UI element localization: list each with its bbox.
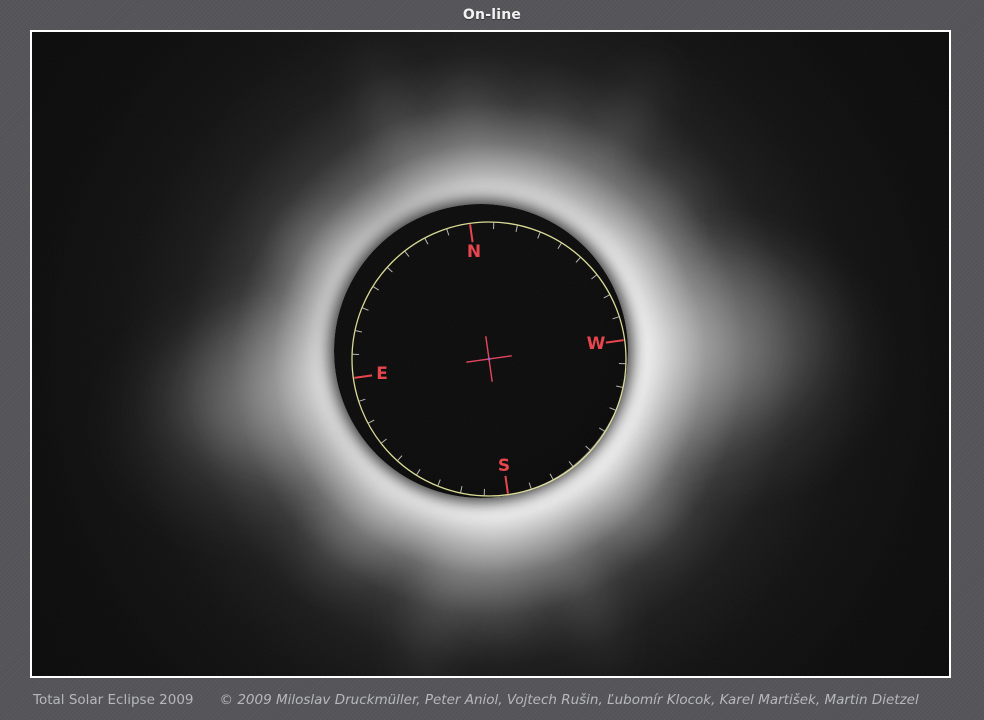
tick-mark (368, 420, 374, 423)
cross-center-dot (488, 358, 491, 361)
corona-streamer (404, 351, 584, 657)
application-window: On-line N W E S Total Solar Eclipse 2009 © … (0, 0, 984, 720)
corona-streamer (230, 163, 519, 411)
corona-streamer (428, 113, 751, 425)
tick-mark (604, 295, 610, 298)
tick-mark (461, 486, 462, 492)
corona-streamer (70, 255, 421, 576)
corona-streamers (32, 32, 949, 676)
tick-mark (447, 229, 449, 235)
corona-streamer (137, 245, 544, 516)
tick-mark (355, 331, 361, 332)
tick-mark (388, 268, 393, 272)
corona-streamer (579, 209, 899, 509)
corona-streamer (500, 30, 708, 295)
compass-overlay: N W E S (32, 32, 949, 676)
cross-line (466, 356, 512, 362)
tick-mark (558, 243, 561, 249)
cross-line (486, 336, 492, 382)
cardinal-tick (505, 476, 508, 494)
tick-mark (576, 258, 580, 263)
tick-mark (613, 317, 619, 319)
compass-label-s: S (498, 456, 510, 476)
limb-circle (352, 222, 626, 496)
tick-mark (616, 386, 622, 387)
center-cross (466, 336, 512, 382)
corona-streamer (418, 203, 858, 489)
tick-mark (550, 474, 553, 480)
tick-mark (591, 275, 596, 279)
tick-mark (538, 232, 540, 238)
tick-mark (516, 225, 517, 231)
corona-streamer (436, 306, 733, 603)
corona-streamer (321, 30, 485, 272)
title-bar: On-line (0, 0, 984, 30)
corona-streamer (431, 63, 622, 374)
film-grain (32, 32, 949, 676)
tick-mark (610, 408, 616, 410)
corona-glow (30, 30, 951, 678)
tick-mark (569, 461, 573, 466)
tick-mark (417, 469, 420, 475)
moon-disk (334, 204, 628, 498)
compass-ticks (353, 223, 626, 496)
tick-mark (529, 483, 531, 489)
tick-mark (362, 308, 368, 310)
tick-mark (438, 480, 440, 486)
compass-cardinals: N W E S (354, 224, 623, 493)
tick-mark (599, 428, 605, 431)
cardinal-tick (354, 375, 372, 378)
tick-mark (381, 439, 386, 443)
corona-streamer (370, 467, 508, 678)
compass-label-w: W (587, 334, 606, 354)
tick-mark (405, 251, 409, 256)
corona-streamer (251, 305, 554, 634)
compass-label-e: E (376, 364, 388, 384)
corona-streamer (493, 446, 657, 678)
status-bar: Total Solar Eclipse 2009 © 2009 Miloslav… (33, 680, 964, 720)
compass-label-n: N (467, 242, 481, 262)
tick-mark (373, 287, 379, 290)
cardinal-tick (606, 340, 624, 343)
tick-mark (425, 238, 428, 244)
status-title: Total Solar Eclipse 2009 (33, 692, 194, 708)
window-title: On-line (463, 7, 521, 23)
tick-mark (398, 456, 402, 461)
tick-mark (359, 399, 365, 401)
status-credit: © 2009 Miloslav Druckmüller, Peter Aniol… (220, 692, 919, 708)
corona-streamer (398, 54, 554, 364)
vignette (32, 32, 949, 676)
cardinal-tick (470, 224, 473, 242)
tick-mark (586, 446, 591, 450)
eclipse-image-frame: N W E S (30, 30, 951, 678)
